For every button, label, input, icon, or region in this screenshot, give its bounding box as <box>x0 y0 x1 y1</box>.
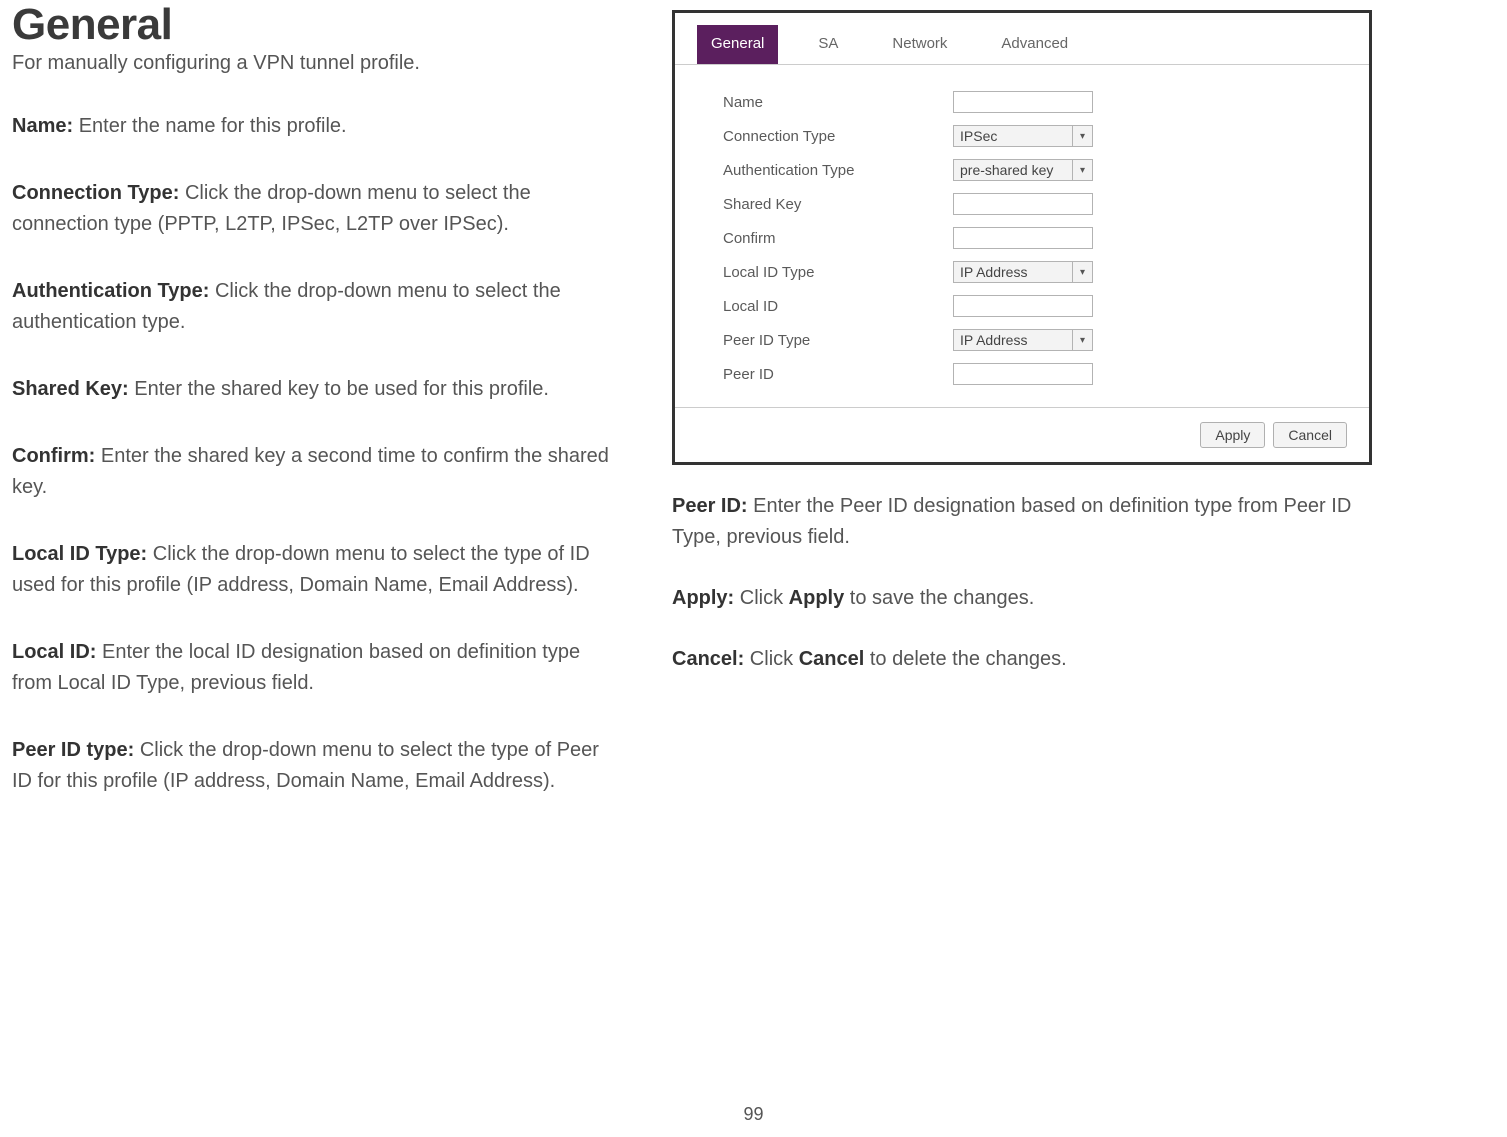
select-peerid-type[interactable]: IP Address ▾ <box>953 329 1093 351</box>
tab-general[interactable]: General <box>697 25 778 64</box>
field-name: Name: Enter the name for this profile. <box>12 111 624 142</box>
label-conn: Connection Type <box>723 128 953 145</box>
label-confirm: Confirm <box>723 230 953 247</box>
tab-network[interactable]: Network <box>878 25 961 64</box>
field-peeridtype-label: Peer ID type: <box>12 739 134 761</box>
select-auth-value: pre-shared key <box>960 162 1053 178</box>
apply-button[interactable]: Apply <box>1200 422 1265 448</box>
input-shared-key[interactable] <box>953 193 1093 215</box>
row-shared: Shared Key <box>723 187 1341 221</box>
label-peerid: Peer ID <box>723 366 953 383</box>
tab-bar: General SA Network Advanced <box>675 13 1369 65</box>
page-number: 99 <box>743 1104 763 1125</box>
tab-sa[interactable]: SA <box>804 25 852 64</box>
field-shared: Shared Key: Enter the shared key to be u… <box>12 374 624 405</box>
field-cancel-post: to delete the changes. <box>864 648 1066 670</box>
row-localid: Local ID <box>723 289 1341 323</box>
label-name: Name <box>723 94 953 111</box>
form-area: Name Connection Type IPSec ▾ Authenticat… <box>675 65 1369 407</box>
input-localid[interactable] <box>953 295 1093 317</box>
row-peeridtype: Peer ID Type IP Address ▾ <box>723 323 1341 357</box>
field-localid: Local ID: Enter the local ID designation… <box>12 637 624 699</box>
field-localidtype-label: Local ID Type: <box>12 543 147 565</box>
field-apply-post: to save the changes. <box>844 587 1034 609</box>
label-localidtype: Local ID Type <box>723 264 953 281</box>
row-localidtype: Local ID Type IP Address ▾ <box>723 255 1341 289</box>
input-peerid[interactable] <box>953 363 1093 385</box>
chevron-down-icon: ▾ <box>1072 126 1092 146</box>
row-peerid: Peer ID <box>723 357 1341 391</box>
field-cancel-bold: Cancel <box>799 648 865 670</box>
field-cancel-pre: Click <box>744 648 798 670</box>
field-auth-label: Authentication Type: <box>12 280 209 302</box>
field-localid-label: Local ID: <box>12 641 96 663</box>
field-peerid-label: Peer ID: <box>672 495 748 517</box>
select-localid-type[interactable]: IP Address ▾ <box>953 261 1093 283</box>
field-peeridtype: Peer ID type: Click the drop-down menu t… <box>12 735 624 797</box>
select-connection-value: IPSec <box>960 128 997 144</box>
select-localid-value: IP Address <box>960 264 1027 280</box>
dialog-footer: Apply Cancel <box>675 407 1369 462</box>
field-apply-bold: Apply <box>789 587 845 609</box>
select-connection-type[interactable]: IPSec ▾ <box>953 125 1093 147</box>
label-peeridtype: Peer ID Type <box>723 332 953 349</box>
field-shared-label: Shared Key: <box>12 378 129 400</box>
label-shared: Shared Key <box>723 196 953 213</box>
field-peerid-desc: Enter the Peer ID designation based on d… <box>672 495 1351 548</box>
field-apply-label: Apply: <box>672 587 734 609</box>
field-localidtype: Local ID Type: Click the drop-down menu … <box>12 539 624 601</box>
field-cancel: Cancel: Click Cancel to delete the chang… <box>672 644 1382 675</box>
select-auth-type[interactable]: pre-shared key ▾ <box>953 159 1093 181</box>
field-conn: Connection Type: Click the drop-down men… <box>12 178 624 240</box>
input-name[interactable] <box>953 91 1093 113</box>
field-cancel-label: Cancel: <box>672 648 744 670</box>
chevron-down-icon: ▾ <box>1072 330 1092 350</box>
field-conn-label: Connection Type: <box>12 182 179 204</box>
row-auth: Authentication Type pre-shared key ▾ <box>723 153 1341 187</box>
vpn-dialog-screenshot: General SA Network Advanced Name Connect… <box>672 10 1372 465</box>
row-conn: Connection Type IPSec ▾ <box>723 119 1341 153</box>
field-apply-pre: Click <box>734 587 788 609</box>
field-peerid: Peer ID: Enter the Peer ID designation b… <box>672 491 1382 553</box>
field-auth: Authentication Type: Click the drop-down… <box>12 276 624 338</box>
tab-advanced[interactable]: Advanced <box>987 25 1082 64</box>
row-name: Name <box>723 85 1341 119</box>
field-confirm: Confirm: Enter the shared key a second t… <box>12 441 624 503</box>
field-shared-desc: Enter the shared key to be used for this… <box>129 378 549 400</box>
field-confirm-desc: Enter the shared key a second time to co… <box>12 445 609 498</box>
select-peerid-value: IP Address <box>960 332 1027 348</box>
field-confirm-label: Confirm: <box>12 445 95 467</box>
row-confirm: Confirm <box>723 221 1341 255</box>
chevron-down-icon: ▾ <box>1072 262 1092 282</box>
field-apply: Apply: Click Apply to save the changes. <box>672 583 1382 614</box>
field-name-desc: Enter the name for this profile. <box>73 115 346 137</box>
intro-text: For manually configuring a VPN tunnel pr… <box>12 52 624 75</box>
chevron-down-icon: ▾ <box>1072 160 1092 180</box>
field-localid-desc: Enter the local ID designation based on … <box>12 641 580 694</box>
cancel-button[interactable]: Cancel <box>1273 422 1347 448</box>
label-auth: Authentication Type <box>723 162 953 179</box>
field-name-label: Name: <box>12 115 73 137</box>
page-heading: General <box>12 0 624 50</box>
label-localid: Local ID <box>723 298 953 315</box>
input-confirm[interactable] <box>953 227 1093 249</box>
